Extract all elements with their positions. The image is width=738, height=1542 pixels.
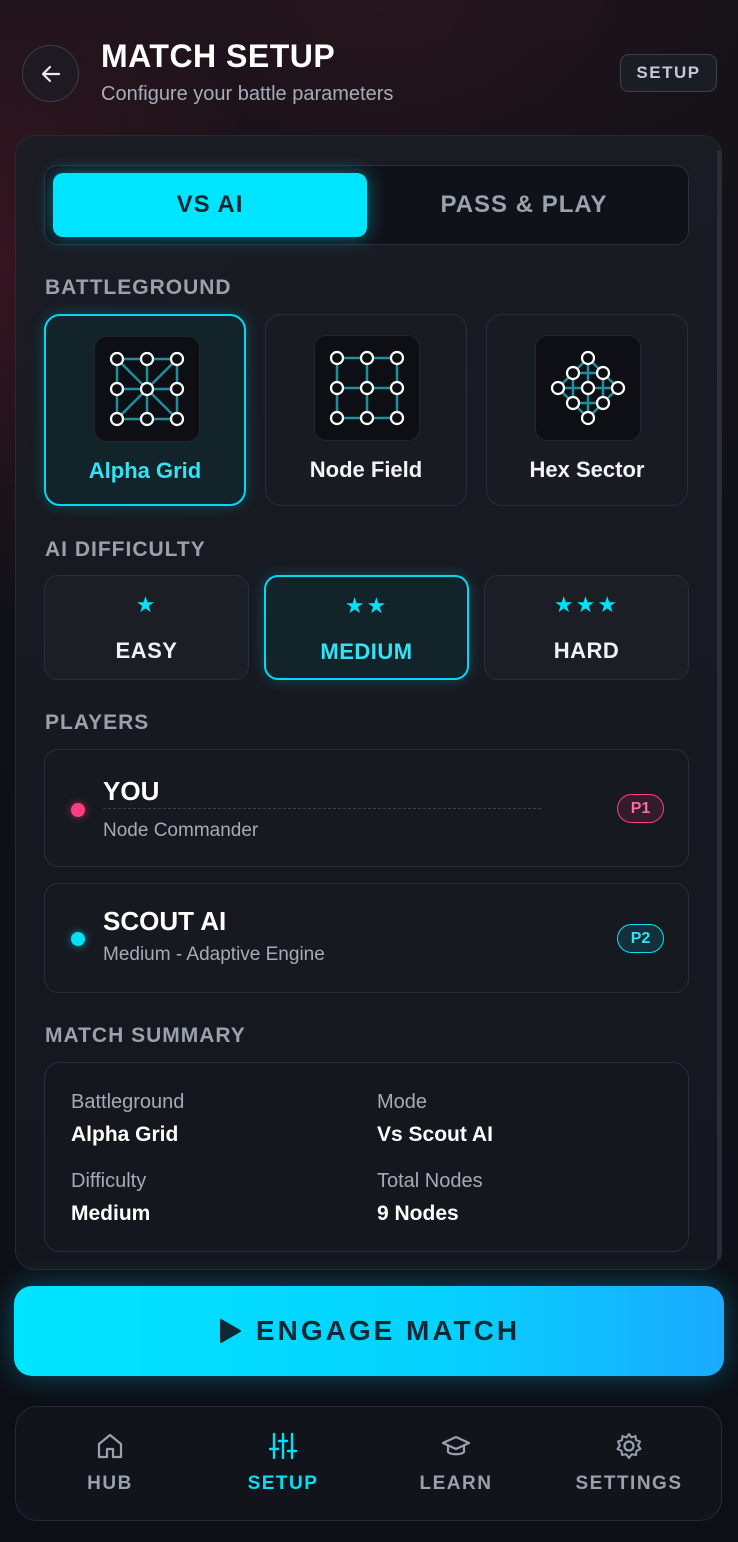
summary-difficulty-value: Medium <box>71 1202 151 1225</box>
player-card-p1[interactable]: YOU Node Commander P1 <box>44 749 689 867</box>
player-subtitle: Medium - Adaptive Engine <box>103 944 325 965</box>
difficulty-option-easy[interactable]: ★ EASY <box>44 575 249 680</box>
battleground-label: Node Field <box>309 457 423 482</box>
graduation-cap-icon <box>441 1435 471 1456</box>
player-badge: P1 <box>617 794 664 823</box>
mode-vs-ai-button[interactable]: VS AI <box>53 173 367 237</box>
nav-label: HUB <box>87 1473 133 1494</box>
battleground-option-node-field[interactable]: Node Field <box>265 314 467 506</box>
summary-mode-value: Vs Scout AI <box>377 1123 493 1146</box>
header: MATCH SETUP Configure your battle parame… <box>0 0 738 130</box>
nav-label: LEARN <box>419 1473 493 1494</box>
summary-nodes-key: Total Nodes <box>377 1170 483 1192</box>
battleground-label: Alpha Grid <box>88 458 202 483</box>
difficulty-option-medium[interactable]: ★★ MEDIUM <box>264 575 469 680</box>
play-icon <box>219 1319 241 1343</box>
nav-item-settings[interactable]: SETTINGS <box>549 1407 709 1522</box>
player-subtitle: Node Commander <box>103 820 259 841</box>
summary-battleground-key: Battleground <box>71 1091 185 1113</box>
difficulty-label: EASY <box>115 638 178 663</box>
summary-mode-key: Mode <box>377 1091 428 1113</box>
battleground-option-alpha-grid[interactable]: Alpha Grid <box>44 314 246 506</box>
player-name: YOU <box>103 776 160 806</box>
summary-nodes-value: 9 Nodes <box>377 1202 459 1225</box>
battleground-option-hex-sector[interactable]: Hex Sector <box>486 314 688 506</box>
bottom-nav: HUB SETUP LEARN SETTINGS <box>15 1406 722 1521</box>
home-icon <box>97 1433 123 1459</box>
difficulty-label: MEDIUM <box>320 639 413 664</box>
sliders-icon <box>268 1432 298 1460</box>
player-name: SCOUT AI <box>103 906 227 936</box>
setup-badge: SETUP <box>620 54 717 92</box>
star-icon: ★★ <box>344 593 389 618</box>
engage-match-button[interactable]: ENGAGE MATCH <box>14 1286 724 1376</box>
nav-item-setup[interactable]: SETUP <box>203 1407 363 1522</box>
engage-match-label: ENGAGE MATCH <box>255 1315 521 1346</box>
difficulty-label: HARD <box>553 638 620 663</box>
players-heading: PLAYERS <box>45 711 150 734</box>
summary-battleground-value: Alpha Grid <box>71 1123 179 1146</box>
player-card-p2[interactable]: SCOUT AI Medium - Adaptive Engine P2 <box>44 883 689 993</box>
match-summary-card: Battleground Alpha Grid Mode Vs Scout AI… <box>44 1062 689 1252</box>
summary-heading: MATCH SUMMARY <box>45 1024 246 1047</box>
page-subtitle: Configure your battle parameters <box>101 83 394 105</box>
node-field-icon <box>314 335 420 441</box>
player-badge: P2 <box>617 924 664 953</box>
mode-pass-and-play-button[interactable]: PASS & PLAY <box>367 173 681 237</box>
player-color-dot <box>71 932 85 946</box>
mode-switch: VS AI PASS & PLAY <box>44 165 689 245</box>
back-button[interactable] <box>22 45 79 102</box>
hex-sector-icon <box>535 335 641 441</box>
nav-item-learn[interactable]: LEARN <box>376 1407 536 1522</box>
battleground-heading: BATTLEGROUND <box>45 276 232 299</box>
summary-difficulty-key: Difficulty <box>71 1170 147 1192</box>
nav-label: SETTINGS <box>575 1473 683 1494</box>
difficulty-option-hard[interactable]: ★★★ HARD <box>484 575 689 680</box>
alpha-grid-icon <box>94 336 200 442</box>
battleground-label: Hex Sector <box>529 457 645 482</box>
arrow-left-icon <box>41 65 60 82</box>
page-title: MATCH SETUP <box>101 38 336 74</box>
gear-icon <box>616 1433 642 1459</box>
nav-item-hub[interactable]: HUB <box>30 1407 190 1522</box>
star-icon: ★ <box>135 592 158 617</box>
difficulty-heading: AI DIFFICULTY <box>45 538 206 561</box>
nav-label: SETUP <box>247 1473 319 1494</box>
scrollbar[interactable] <box>717 150 721 1260</box>
player-color-dot <box>71 803 85 817</box>
star-icon: ★★★ <box>553 592 620 617</box>
name-input-underline <box>103 808 541 809</box>
